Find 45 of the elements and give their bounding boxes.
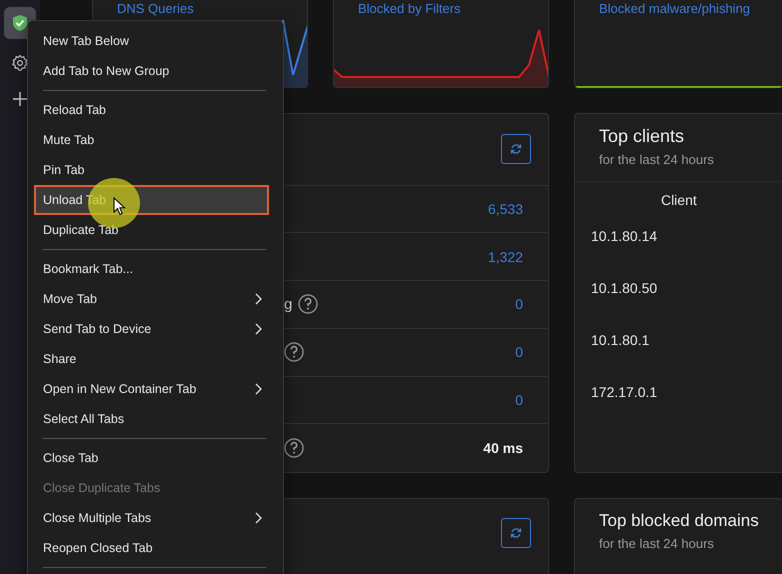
column-header: Client (660, 192, 697, 208)
add-icon[interactable] (13, 92, 27, 106)
client-address[interactable]: 10.1.80.1 (591, 332, 650, 348)
menu-item[interactable]: Share (32, 344, 279, 374)
menu-item[interactable]: Send Tab to Device (32, 314, 279, 344)
shield-check-icon (12, 14, 28, 32)
client-address[interactable]: 10.1.80.50 (591, 280, 658, 296)
card-title: Top clients (599, 126, 686, 147)
refresh-icon (510, 527, 522, 539)
menu-item[interactable]: Select All Tabs (32, 404, 279, 434)
menu-item[interactable]: Close Tab (32, 443, 279, 473)
card-title: Top blocked domains (599, 511, 759, 531)
stat-value[interactable]: 0 (515, 392, 523, 408)
menu-item[interactable]: Mute Tab (32, 125, 279, 155)
card-title[interactable]: Blocked by Filters (334, 0, 548, 16)
settings-icon[interactable] (11, 54, 29, 72)
stat-label: g (284, 296, 292, 313)
menu-item[interactable]: Duplicate Tab (32, 215, 279, 245)
stat-value[interactable]: 1,322 (488, 248, 523, 265)
menu-item[interactable]: Open in New Container Tab (32, 374, 279, 404)
menu-item[interactable]: Close Multiple Tabs (32, 503, 279, 533)
card-title[interactable]: Blocked malware/phishing (575, 0, 782, 16)
stat-value[interactable]: 6,533 (488, 200, 523, 217)
card-subtitle: for the last 24 hours (599, 152, 715, 167)
refresh-button[interactable] (501, 134, 531, 164)
menu-item[interactable]: New Tab Below (32, 26, 279, 56)
help-icon[interactable] (284, 438, 304, 458)
card-title[interactable]: DNS Queries (93, 0, 307, 16)
client-address[interactable]: 172.17.0.1 (591, 384, 658, 400)
refresh-icon (510, 143, 522, 156)
stat-value[interactable]: 0 (515, 344, 523, 360)
menu-item[interactable]: Pin Tab (32, 155, 279, 185)
card-subtitle: for the last 24 hours (599, 536, 715, 551)
menu-item[interactable]: Bookmark Tab... (32, 254, 279, 284)
stat-value: 40 ms (483, 440, 523, 456)
help-icon[interactable] (284, 342, 304, 362)
refresh-button[interactable] (501, 518, 531, 548)
cursor-icon (113, 197, 126, 216)
stat-value[interactable]: 0 (515, 296, 523, 312)
menu-item[interactable]: Reload Tab (32, 95, 279, 125)
menu-item[interactable]: Reopen Closed Tab (32, 533, 279, 563)
menu-item[interactable]: Move Tab (32, 284, 279, 314)
menu-item[interactable]: Add Tab to New Group (32, 56, 279, 86)
help-icon[interactable] (298, 294, 318, 314)
client-address[interactable]: 10.1.80.14 (591, 228, 658, 244)
